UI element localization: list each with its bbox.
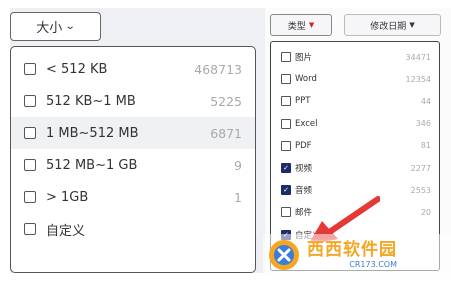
checkbox[interactable] [24,191,36,203]
type-option[interactable]: 图片 34471 [271,46,439,68]
chevron-down-icon: ⌄ [65,21,76,32]
size-filter-label: 大小 [36,21,63,36]
checkbox[interactable] [24,127,36,139]
checkbox[interactable] [281,74,291,85]
checkbox[interactable] [24,63,36,75]
size-option[interactable]: > 1GB 1 [11,181,255,213]
checkbox[interactable] [24,223,36,235]
checkbox[interactable] [24,159,36,171]
type-option[interactable]: Excel 346 [271,113,439,135]
checkbox[interactable] [281,96,291,107]
option-count: 346 [415,119,431,129]
date-filter-button[interactable]: 修改日期 ▼ [344,14,441,36]
checkbox[interactable] [281,118,291,129]
option-count: 2277 [410,163,431,173]
option-label: 512 KB~1 MB [46,93,136,109]
watermark-title: 西西软件园 [307,239,397,260]
option-label: < 512 KB [46,61,108,77]
size-dropdown-menu: < 512 KB 468713 512 KB~1 MB 5225 1 MB~51… [10,46,256,273]
option-label: PDF [295,140,312,151]
type-option[interactable]: ✓ 视频 2277 [271,157,439,179]
watermark-logo-icon [269,240,299,270]
option-label: Excel [295,118,318,129]
watermark-subtitle: CR173.COM [349,259,397,269]
option-count: 44 [420,96,431,106]
checkbox[interactable] [281,140,291,151]
checkbox[interactable] [281,52,291,63]
option-label: 512 MB~1 GB [46,157,138,173]
checkbox[interactable] [281,207,291,218]
size-option-custom[interactable]: 自定义 [11,213,255,245]
option-label: Word [295,74,317,85]
size-option[interactable]: 512 MB~1 GB 9 [11,149,255,181]
type-filter-label: 类型 [287,21,306,32]
option-label: 1 MB~512 MB [46,125,139,141]
type-option[interactable]: PPT 44 [271,90,439,112]
type-option[interactable]: Word 12354 [271,68,439,90]
option-label: 视频 [295,164,313,175]
option-count: 34471 [405,52,431,62]
size-option[interactable]: 512 KB~1 MB 5225 [11,85,255,117]
size-filter-button[interactable]: 大小 ⌄ [10,12,101,41]
checkbox-checked[interactable]: ✓ [281,185,291,196]
option-count: 81 [420,141,431,151]
option-label: 图片 [295,53,313,64]
option-label: PPT [295,96,311,107]
option-label: > 1GB [46,189,89,205]
option-count: 468713 [194,61,242,77]
chevron-down-icon: ▼ [409,21,415,29]
option-count: 9 [234,157,242,173]
option-count: 6871 [210,125,242,141]
size-option-highlighted[interactable]: 1 MB~512 MB 6871 [11,117,255,149]
checkbox[interactable] [24,95,36,107]
watermark: 西西软件园 CR173.COM [263,234,451,276]
type-option[interactable]: PDF 81 [271,135,439,157]
option-count: 1 [234,189,242,205]
option-count: 5225 [210,93,242,109]
option-count: 2553 [410,185,431,195]
chevron-down-icon: ▼ [308,21,315,29]
watermark-text: 西西软件园 CR173.COM [307,239,397,269]
checkbox-checked[interactable]: ✓ [281,163,291,174]
option-label: 自定义 [46,223,86,239]
option-count: 20 [420,207,431,217]
type-filter-button[interactable]: 类型 ▼ [270,14,332,36]
date-filter-label: 修改日期 [370,21,407,32]
option-count: 12354 [405,74,431,84]
size-option[interactable]: < 512 KB 468713 [11,53,255,85]
